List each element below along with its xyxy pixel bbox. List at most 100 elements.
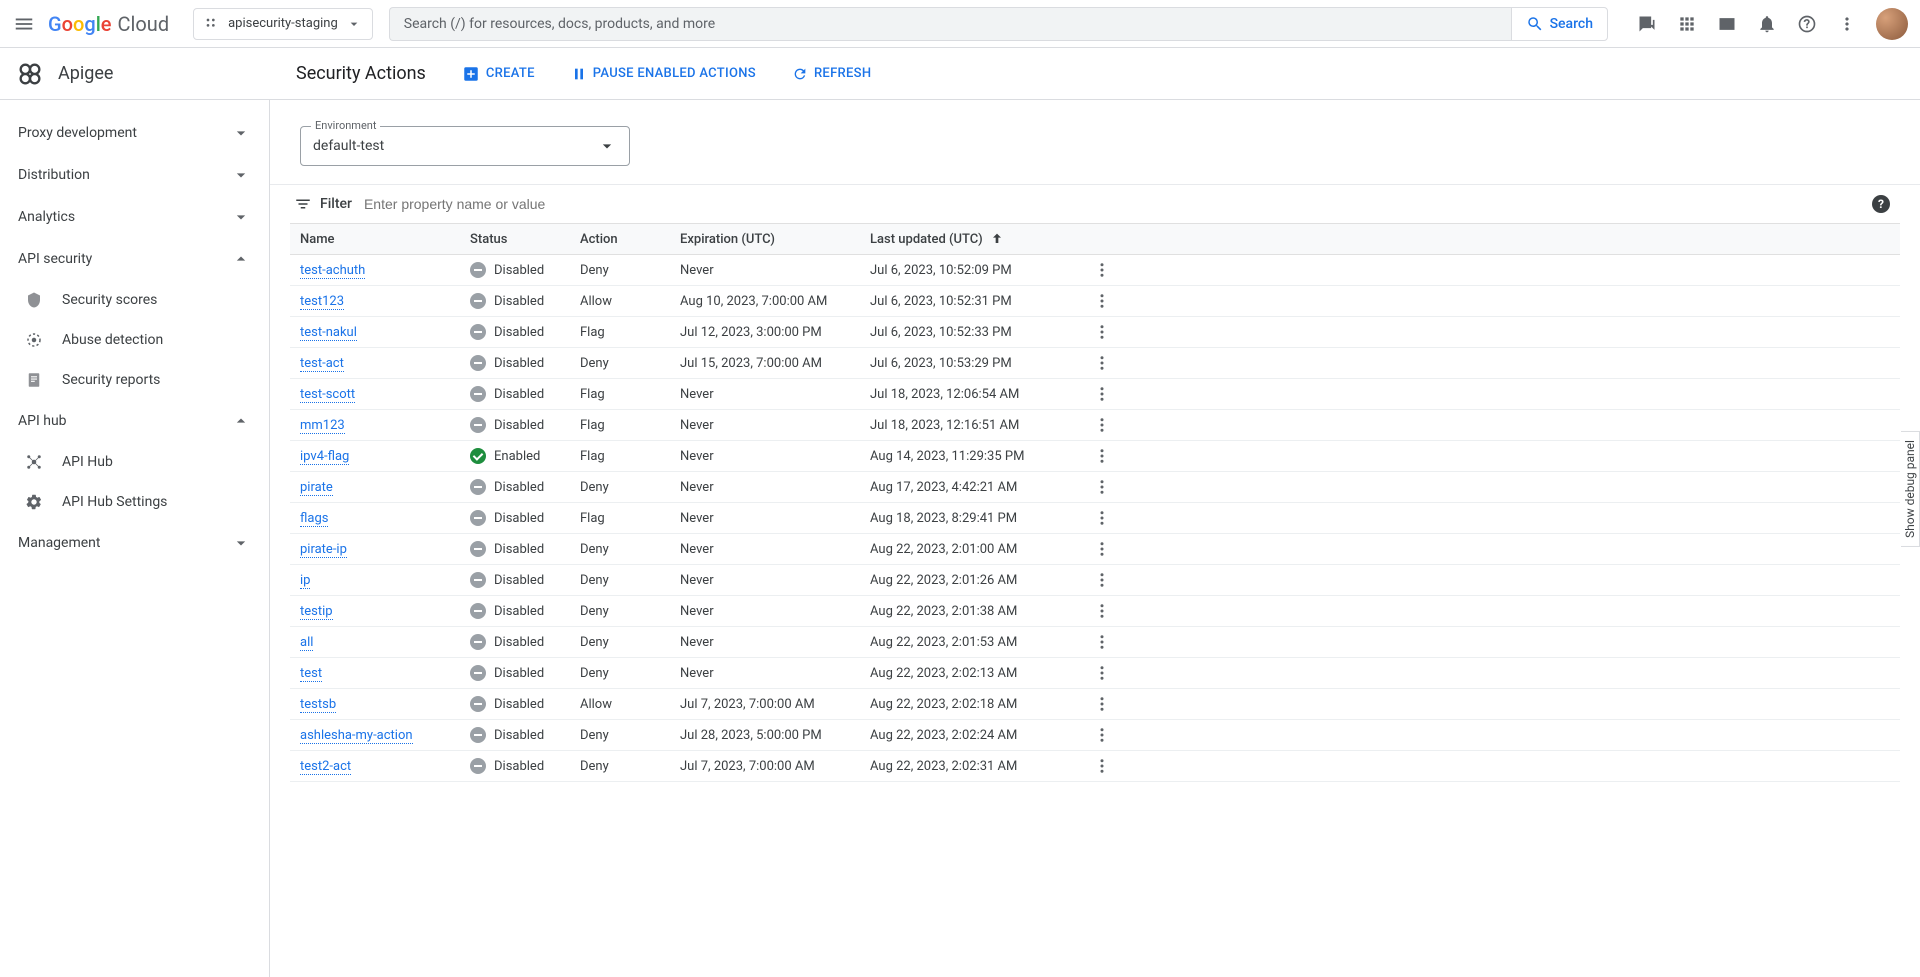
col-expiration[interactable]: Expiration (UTC) (680, 232, 870, 247)
nav-section[interactable]: API security (0, 238, 269, 280)
more-icon[interactable] (1836, 13, 1858, 35)
updated-cell: Jul 18, 2023, 12:16:51 AM (870, 418, 1090, 433)
action-name-link[interactable]: test-achuth (300, 263, 365, 279)
updated-cell: Aug 22, 2023, 2:02:13 AM (870, 666, 1090, 681)
status-cell: Disabled (470, 293, 580, 309)
table-row: test-scott Disabled Flag Never Jul 18, 2… (290, 379, 1900, 410)
nav-item[interactable]: API Hub Settings (0, 482, 269, 522)
row-menu-button[interactable] (1090, 289, 1114, 313)
status-cell: Enabled (470, 448, 580, 464)
table-row: testip Disabled Deny Never Aug 22, 2023,… (290, 596, 1900, 627)
action-name-link[interactable]: mm123 (300, 418, 345, 434)
disabled-icon (470, 696, 486, 712)
menu-icon[interactable] (12, 12, 36, 36)
user-avatar[interactable] (1876, 8, 1908, 40)
status-cell: Disabled (470, 417, 580, 433)
google-cloud-logo[interactable]: Google Cloud (48, 12, 169, 36)
assistant-icon[interactable] (1636, 13, 1658, 35)
search-button[interactable]: Search (1511, 7, 1608, 41)
row-menu-button[interactable] (1090, 661, 1114, 685)
status-cell: Disabled (470, 603, 580, 619)
col-updated[interactable]: Last updated (UTC) (870, 231, 1090, 247)
col-action[interactable]: Action (580, 232, 680, 247)
nav-section[interactable]: Proxy development (0, 112, 269, 154)
action-cell: Flag (580, 325, 680, 340)
row-menu-button[interactable] (1090, 537, 1114, 561)
action-name-link[interactable]: ashlesha-my-action (300, 728, 413, 744)
action-name-link[interactable]: test-act (300, 356, 344, 372)
row-menu-button[interactable] (1090, 351, 1114, 375)
refresh-button[interactable]: REFRESH (792, 66, 871, 82)
search-button-label: Search (1550, 16, 1593, 32)
row-menu-button[interactable] (1090, 258, 1114, 282)
top-bar: Google Cloud apisecurity-staging Search … (0, 0, 1920, 48)
nav-item[interactable]: Abuse detection (0, 320, 269, 360)
expiration-cell: Never (680, 604, 870, 619)
nav-section[interactable]: Management (0, 522, 269, 564)
notifications-icon[interactable] (1756, 13, 1778, 35)
row-menu-button[interactable] (1090, 754, 1114, 778)
nav-section[interactable]: API hub (0, 400, 269, 442)
nav-item[interactable]: API Hub (0, 442, 269, 482)
action-name-link[interactable]: all (300, 635, 313, 651)
doc-icon (24, 370, 44, 390)
action-name-link[interactable]: testip (300, 604, 333, 620)
create-button[interactable]: CREATE (462, 65, 535, 83)
disabled-icon (470, 479, 486, 495)
row-menu-button[interactable] (1090, 692, 1114, 716)
row-menu-button[interactable] (1090, 444, 1114, 468)
filter-help-icon[interactable]: ? (1872, 195, 1890, 213)
help-icon[interactable] (1796, 13, 1818, 35)
action-name-link[interactable]: test123 (300, 294, 344, 310)
target-icon (24, 330, 44, 350)
updated-cell: Jul 18, 2023, 12:06:54 AM (870, 387, 1090, 402)
action-name-link[interactable]: ipv4-flag (300, 449, 349, 465)
action-cell: Flag (580, 511, 680, 526)
nav-item[interactable]: Security reports (0, 360, 269, 400)
environment-select[interactable]: Environment default-test (300, 126, 630, 166)
shield-icon (24, 290, 44, 310)
expiration-cell: Jul 12, 2023, 3:00:00 PM (680, 325, 870, 340)
filter-label: Filter (294, 195, 352, 213)
project-selector[interactable]: apisecurity-staging (193, 8, 373, 40)
action-name-link[interactable]: ip (300, 573, 310, 589)
row-menu-button[interactable] (1090, 630, 1114, 654)
action-cell: Deny (580, 604, 680, 619)
search-input[interactable]: Search (/) for resources, docs, products… (389, 7, 1511, 41)
action-name-link[interactable]: test2-act (300, 759, 351, 775)
row-menu-button[interactable] (1090, 475, 1114, 499)
cloud-shell-icon[interactable] (1716, 13, 1738, 35)
col-name[interactable]: Name (300, 232, 470, 247)
status-cell: Disabled (470, 541, 580, 557)
row-menu-button[interactable] (1090, 568, 1114, 592)
row-menu-button[interactable] (1090, 413, 1114, 437)
row-menu-button[interactable] (1090, 320, 1114, 344)
pause-button[interactable]: PAUSE ENABLED ACTIONS (571, 66, 756, 82)
nav-section[interactable]: Analytics (0, 196, 269, 238)
action-name-link[interactable]: test-nakul (300, 325, 357, 341)
expiration-cell: Jul 28, 2023, 5:00:00 PM (680, 728, 870, 743)
chevron-down-icon (346, 16, 362, 32)
row-menu-button[interactable] (1090, 382, 1114, 406)
row-menu-button[interactable] (1090, 506, 1114, 530)
row-menu-button[interactable] (1090, 723, 1114, 747)
col-status[interactable]: Status (470, 232, 580, 247)
action-name-link[interactable]: flags (300, 511, 328, 527)
action-name-link[interactable]: test-scott (300, 387, 355, 403)
action-cell: Deny (580, 759, 680, 774)
search-wrap: Search (/) for resources, docs, products… (389, 7, 1608, 41)
nav-section[interactable]: Distribution (0, 154, 269, 196)
nav-item[interactable]: Security scores (0, 280, 269, 320)
action-name-link[interactable]: pirate-ip (300, 542, 347, 558)
row-menu-button[interactable] (1090, 599, 1114, 623)
action-name-link[interactable]: pirate (300, 480, 333, 496)
apps-icon[interactable] (1676, 13, 1698, 35)
create-label: CREATE (486, 66, 535, 81)
page-title: Security Actions (296, 63, 426, 84)
table-row: test123 Disabled Allow Aug 10, 2023, 7:0… (290, 286, 1900, 317)
action-name-link[interactable]: testsb (300, 697, 336, 713)
filter-input[interactable] (364, 196, 1860, 212)
table-row: ip Disabled Deny Never Aug 22, 2023, 2:0… (290, 565, 1900, 596)
action-name-link[interactable]: test (300, 666, 322, 682)
debug-panel-toggle[interactable]: Show debug panel (1901, 431, 1920, 547)
